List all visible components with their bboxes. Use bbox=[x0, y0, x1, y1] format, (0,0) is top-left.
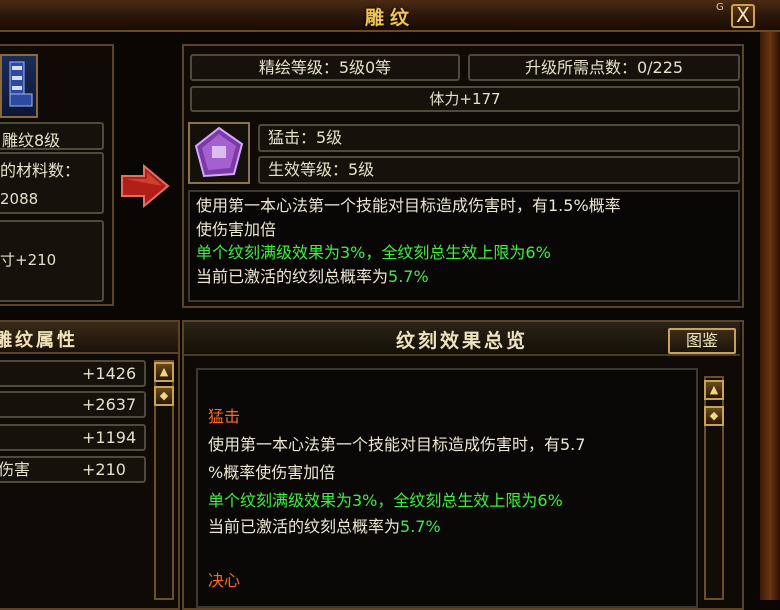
carving-description: 使用第一本心法第一个技能对目标造成伤害时，有1.5%概率 使伤害加倍 单个纹刻满… bbox=[188, 190, 740, 302]
scroll-top-icon[interactable]: ◆ bbox=[704, 406, 724, 426]
arrow-right-icon bbox=[120, 163, 172, 212]
boots-icon bbox=[9, 61, 33, 107]
scroll-up-icon[interactable]: ▲ bbox=[704, 380, 724, 400]
window-edge bbox=[760, 32, 780, 600]
effect-level-field: 生效等级：5级 bbox=[258, 156, 740, 184]
upgrade-points-field: 升级所需点数：0/225 bbox=[468, 54, 740, 81]
attribute-label: 伤害 bbox=[0, 460, 31, 479]
attribute-row: +1426 bbox=[0, 360, 146, 387]
effect-line-3: 单个纹刻满级效果为3%，全纹刻总生效上限为6% bbox=[208, 491, 563, 510]
scroll-top-icon[interactable]: ◆ bbox=[154, 386, 174, 406]
catalog-button[interactable]: 图鉴 bbox=[668, 328, 736, 354]
desc-line-3: 单个纹刻满级效果为3%，全纹刻总生效上限为6% bbox=[196, 243, 551, 262]
effect-line-2: %概率使伤害加倍 bbox=[208, 463, 336, 482]
help-icon[interactable]: G bbox=[716, 2, 724, 13]
close-icon: X bbox=[736, 3, 750, 27]
attributes-title: 雕纹属性 bbox=[0, 322, 178, 354]
effect-line-4-value: 5.7% bbox=[400, 517, 441, 536]
materials-label: 的材料数： bbox=[0, 161, 81, 180]
item-slot[interactable] bbox=[0, 54, 38, 118]
stat-field: 体力+177 bbox=[190, 86, 740, 112]
effects-title: 纹刻效果总览 bbox=[395, 330, 528, 352]
desc-line-2: 使伤害加倍 bbox=[196, 219, 277, 239]
close-button[interactable]: X bbox=[731, 4, 755, 28]
carving-gem-icon bbox=[194, 126, 244, 178]
desc-line-4-prefix: 当前已激活的纹刻总概率为 bbox=[196, 266, 389, 286]
bonus-text: 寸+210 bbox=[0, 251, 57, 269]
effect-line-4-prefix: 当前已激活的纹刻总概率为 bbox=[208, 517, 401, 536]
effect-line-4: 当前已激活的纹刻总概率为5.7% bbox=[208, 514, 708, 540]
effect-name: 决心 bbox=[208, 571, 241, 590]
refine-level-field: 精绘等级：5级0等 bbox=[190, 54, 460, 81]
attribute-value: +1426 bbox=[82, 364, 137, 383]
bonus-box: 寸+210 bbox=[0, 220, 104, 302]
attribute-row: +2637 bbox=[0, 391, 146, 418]
scroll-up-icon[interactable]: ▲ bbox=[154, 362, 174, 382]
materials-box: 的材料数： 2088 bbox=[0, 152, 104, 214]
attribute-value: +2637 bbox=[82, 395, 137, 414]
attribute-row: +1194 bbox=[0, 424, 146, 451]
attribute-row: 伤害 +210 bbox=[0, 456, 146, 483]
materials-value: 2088 bbox=[0, 190, 39, 208]
desc-line-4: 当前已激活的纹刻总概率为5.7% bbox=[196, 265, 732, 289]
skill-name-field: 猛击：5级 bbox=[258, 124, 740, 152]
desc-line-4-value: 5.7% bbox=[388, 266, 429, 286]
carving-gem-slot[interactable] bbox=[188, 122, 250, 184]
attribute-value: +210 bbox=[82, 460, 126, 479]
attribute-value: +1194 bbox=[82, 428, 137, 447]
effect-name: 猛击 bbox=[208, 407, 241, 426]
desc-line-1: 使用第一本心法第一个技能对目标造成伤害时，有1.5%概率 bbox=[196, 196, 621, 215]
effect-line-1: 使用第一本心法第一个技能对目标造成伤害时，有5.7 bbox=[208, 435, 586, 454]
carving-level-label: 雕纹8级 bbox=[0, 122, 104, 150]
window-title: 雕纹 bbox=[364, 7, 415, 29]
